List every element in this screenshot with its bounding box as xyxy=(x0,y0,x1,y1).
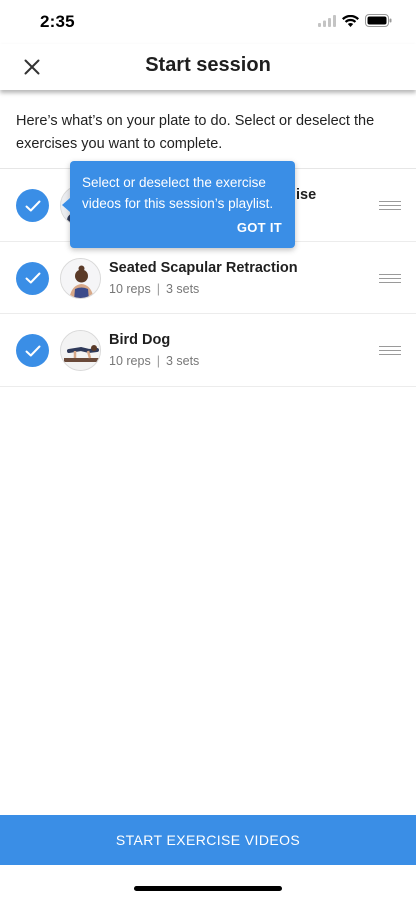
checkmark-icon xyxy=(25,200,40,211)
battery-icon xyxy=(365,14,392,27)
exercise-thumbnail xyxy=(60,330,101,371)
status-time: 2:35 xyxy=(40,12,75,31)
meta-separator: | xyxy=(156,354,160,368)
exercise-sets: 3 sets xyxy=(165,354,200,368)
got-it-button[interactable]: GOT IT xyxy=(237,220,282,235)
signal-icon xyxy=(318,14,336,27)
exercise-reps: 10 reps xyxy=(109,354,151,368)
exercise-meta: 10 reps | 3 sets xyxy=(109,282,199,296)
home-indicator[interactable] xyxy=(134,886,282,891)
exercise-row[interactable]: Seated Scapular Retraction 10 reps | 3 set… xyxy=(0,242,416,314)
wifi-icon xyxy=(342,14,359,27)
exercise-checkbox[interactable] xyxy=(16,189,49,222)
tooltip-text: Select or deselect the exercise videos f… xyxy=(82,175,274,211)
status-icons xyxy=(318,14,392,27)
exercise-name: Seated Scapular Retraction xyxy=(109,259,298,276)
exercise-reps: 10 reps xyxy=(109,281,151,296)
start-exercise-videos-button[interactable]: START EXERCISE VIDEOS xyxy=(0,815,416,865)
exercise-thumbnail xyxy=(60,257,101,299)
meta-separator: | xyxy=(156,281,160,296)
drag-handle-icon[interactable] xyxy=(379,273,401,283)
tooltip: Select or deselect the exercise videos f… xyxy=(62,161,295,248)
exercise-checkbox[interactable] xyxy=(16,261,49,295)
drag-handle-icon[interactable] xyxy=(379,346,401,355)
drag-handle-icon[interactable] xyxy=(379,201,401,210)
status-bar: 2:35 xyxy=(0,0,416,44)
exercise-row[interactable]: Bird Dog 10 reps | 3 sets xyxy=(0,314,416,387)
exercise-name: Bird Dog xyxy=(109,332,171,348)
exercise-sets: 3 sets xyxy=(165,281,200,296)
page-title: Start session xyxy=(145,54,271,76)
exercise-meta: 10 reps | 3 sets xyxy=(109,354,199,368)
exercise-name-visible: ise xyxy=(296,187,317,203)
checkmark-icon xyxy=(25,345,40,356)
exercise-checkbox[interactable] xyxy=(16,334,49,367)
intro-text: Here’s what’s on your plate to do. Selec… xyxy=(16,113,375,152)
nav-bar: Start session xyxy=(0,44,416,90)
checkmark-icon xyxy=(25,272,40,284)
